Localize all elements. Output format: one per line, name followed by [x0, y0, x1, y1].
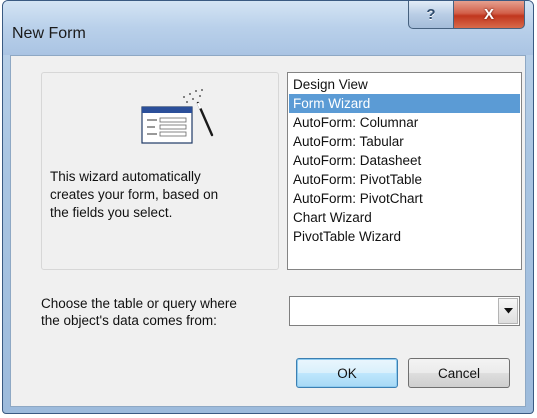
form-wizard-icon [141, 89, 214, 144]
list-item-autoform-pivotchart[interactable]: AutoForm: PivotChart [289, 189, 520, 208]
dialog-body: This wizard automatically creates your f… [10, 55, 526, 407]
close-icon: X [483, 6, 494, 23]
wizard-description-line: the fields you select. [50, 205, 173, 220]
wizard-description-line: creates your form, based on [50, 187, 219, 202]
title-bar-buttons: ? X [408, 1, 525, 29]
list-item-pivottable-wizard[interactable]: PivotTable Wizard [289, 227, 520, 246]
dropdown-button[interactable] [498, 298, 518, 324]
source-prompt-line: the object's data comes from: [41, 313, 217, 328]
ok-button-label: OK [337, 365, 357, 381]
list-item-design-view[interactable]: Design View [289, 75, 520, 94]
list-item-form-wizard[interactable]: Form Wizard [289, 94, 520, 113]
cancel-button-label: Cancel [437, 365, 481, 381]
preview-panel: This wizard automatically creates your f… [41, 72, 279, 270]
list-item-autoform-datasheet[interactable]: AutoForm: Datasheet [289, 151, 520, 170]
list-item-autoform-columnar[interactable]: AutoForm: Columnar [289, 113, 520, 132]
dialog-title: New Form [12, 25, 86, 42]
title-bar[interactable]: New Form ? X [3, 1, 533, 55]
cancel-button[interactable]: Cancel [408, 358, 510, 388]
source-prompt-line: Choose the table or query where [41, 296, 237, 311]
chevron-down-icon [503, 308, 513, 314]
help-button[interactable]: ? [408, 1, 453, 29]
close-button[interactable]: X [453, 1, 525, 29]
list-item-autoform-tabular[interactable]: AutoForm: Tabular [289, 132, 520, 151]
form-type-list[interactable]: Design View Form Wizard AutoForm: Column… [287, 72, 522, 270]
wizard-description-line: This wizard automatically [50, 169, 201, 184]
list-item-chart-wizard[interactable]: Chart Wizard [289, 208, 520, 227]
help-icon: ? [426, 6, 436, 23]
new-form-dialog: New Form ? X This wizard automatically c… [2, 0, 534, 414]
table-query-combobox[interactable] [289, 296, 520, 326]
ok-button[interactable]: OK [296, 358, 398, 388]
list-item-autoform-pivottable[interactable]: AutoForm: PivotTable [289, 170, 520, 189]
